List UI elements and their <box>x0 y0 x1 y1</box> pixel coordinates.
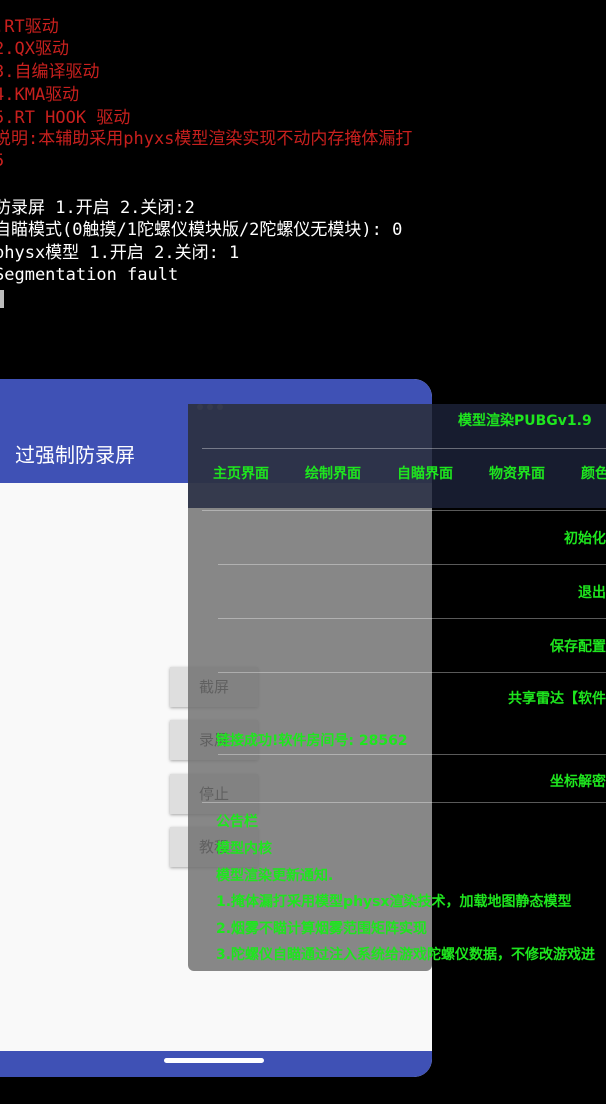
terminal-line: 2.QX驱动 <box>0 39 69 59</box>
divider <box>202 448 606 449</box>
notice-line: 2.烟雾不瞄计算烟雾范围矩阵实现 <box>216 921 428 937</box>
connection-status: 链接成功!软件房间号: 28562 <box>216 733 408 749</box>
notice-line: 3.陀螺仪自瞄通过注入系统给游戏陀螺仪数据，不修改游戏进 <box>216 947 596 963</box>
overlay-panel: 模型渲染PUBGv1.9 主页界面 绘制界面 自瞄界面 物资界面 颜色 初始化 … <box>188 404 606 971</box>
window-title: 过强制防录屏 <box>15 443 135 467</box>
divider <box>218 564 606 565</box>
tab-home[interactable]: 主页界面 <box>213 463 269 483</box>
divider <box>218 672 606 673</box>
tab-draw[interactable]: 绘制界面 <box>305 463 361 483</box>
update-title: 模型渲染更新通知. <box>216 868 334 884</box>
terminal-line: 5.RT HOOK 驱动 <box>0 108 131 128</box>
save-config-button[interactable]: 保存配置 <box>550 636 606 656</box>
terminal-cursor <box>0 290 4 308</box>
coord-decrypt-button[interactable]: 坐标解密 <box>550 771 606 791</box>
terminal-line: 4.KMA驱动 <box>0 85 80 105</box>
terminal-line: 3.自编译驱动 <box>0 62 100 82</box>
terminal-line: 5 <box>0 150 4 172</box>
terminal-line: .RT驱动 <box>0 17 59 37</box>
tab-aim[interactable]: 自瞄界面 <box>397 463 453 483</box>
tab-color[interactable]: 颜色 <box>581 463 606 483</box>
terminal-line: 自瞄模式(0触摸/1陀螺仪模块版/2陀螺仪无模块): 0 <box>0 220 403 240</box>
divider <box>202 510 606 511</box>
terminal-line: physx模型 1.开启 2.关闭: 1 <box>0 243 240 263</box>
notice-line: 1.掩体漏打采用模型physx渲染技术，加载地图静态模型 <box>216 894 572 910</box>
divider <box>202 802 606 803</box>
overlay-title: 模型渲染PUBGv1.9 <box>458 413 592 429</box>
init-button[interactable]: 初始化 <box>564 528 606 548</box>
exit-button[interactable]: 退出 <box>578 582 606 602</box>
tab-items[interactable]: 物资界面 <box>489 463 545 483</box>
window-bottom-bar <box>0 1051 432 1077</box>
notice-title: 公告栏 <box>216 814 258 830</box>
home-indicator[interactable] <box>164 1058 264 1063</box>
share-radar-button[interactable]: 共享雷达【软件 <box>508 688 606 708</box>
terminal-output: .RT驱动 2.QX驱动 3.自编译驱动 4.KMA驱动 5.RT HOOK 驱… <box>0 0 606 330</box>
terminal-line: 说明:本辅助采用phyxs模型渲染实现不动内存掩体漏打 <box>0 129 413 149</box>
kernel-label: 模型内核 <box>216 841 272 857</box>
terminal-line: Segmentation fault <box>0 265 179 285</box>
divider <box>218 618 606 619</box>
terminal-line: 防录屏 1.开启 2.关闭:2 <box>0 198 195 218</box>
divider <box>218 754 606 755</box>
